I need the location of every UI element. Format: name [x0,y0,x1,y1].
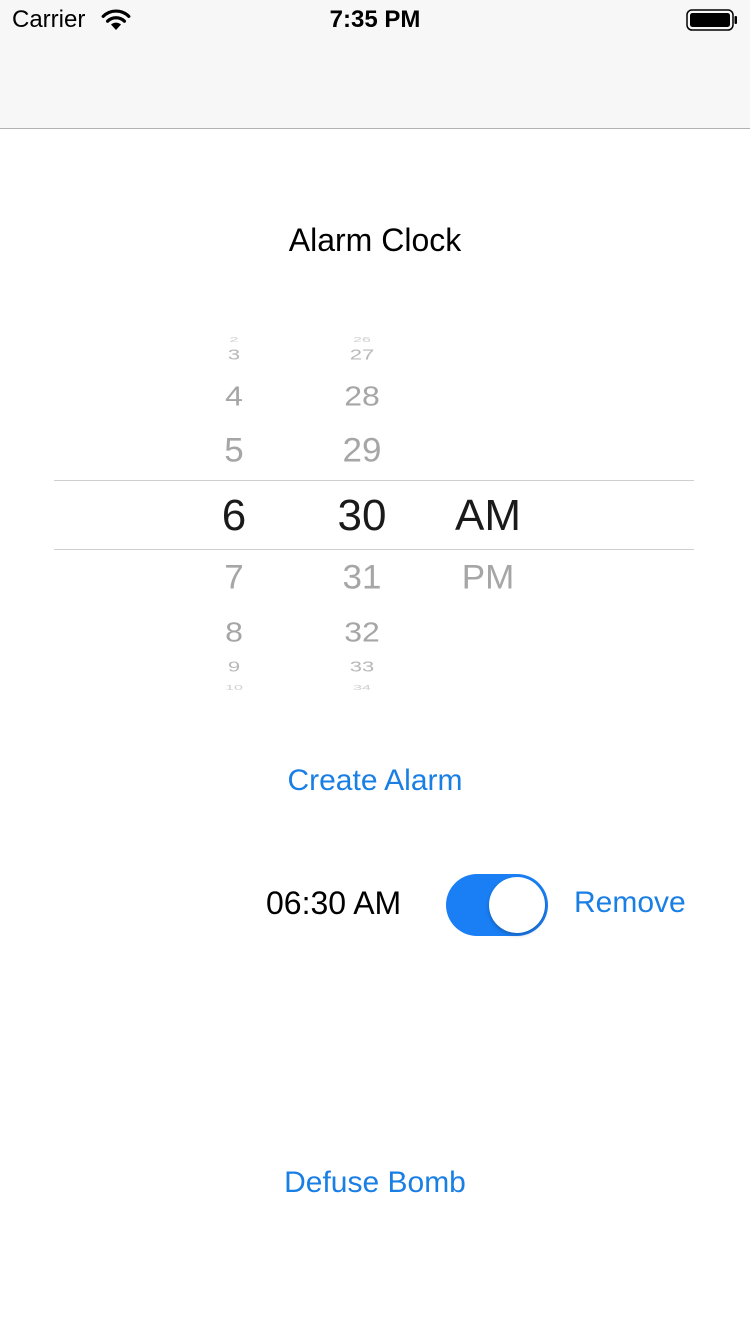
picker-ampm-option[interactable]: PM [438,561,538,595]
picker-ampm-selected[interactable]: AM [438,494,538,538]
defuse-bomb-button[interactable]: Defuse Bomb [0,1166,750,1200]
picker-minute-option[interactable]: 33 [312,660,412,674]
picker-hour-option[interactable]: 2 [184,336,284,343]
picker-hour-option[interactable]: 4 [184,382,284,410]
status-time: 7:35 PM [329,6,421,33]
picker-minute-option[interactable]: 31 [312,561,412,595]
time-picker[interactable]: 2 3 4 5 6 7 8 9 10 26 27 28 29 30 31 32 … [54,330,694,696]
picker-hour-option[interactable]: 3 [184,348,284,362]
picker-hour-option[interactable]: 10 [184,684,284,691]
picker-minute-option[interactable]: 29 [312,434,412,468]
remove-alarm-button[interactable]: Remove [574,886,686,920]
picker-hour-selected[interactable]: 6 [184,494,284,538]
picker-hour-option[interactable]: 8 [184,618,284,646]
create-alarm-button[interactable]: Create Alarm [0,764,750,798]
picker-minute-option[interactable]: 26 [312,336,412,343]
toggle-knob [489,877,545,933]
picker-minute-option[interactable]: 27 [312,348,412,362]
navigation-bar [0,40,750,129]
picker-minute-selected[interactable]: 30 [312,494,412,538]
page-title: Alarm Clock [288,222,462,258]
picker-hour-option[interactable]: 5 [184,434,284,468]
battery-icon [686,9,737,31]
picker-minute-option[interactable]: 34 [312,684,412,691]
picker-hour-option[interactable]: 7 [184,561,284,595]
picker-minute-option[interactable]: 32 [312,618,412,646]
alarm-time-label: 06:30 AM [266,885,402,921]
picker-hour-option[interactable]: 9 [184,660,284,674]
picker-selection-top-line [54,480,694,481]
picker-minute-option[interactable]: 28 [312,382,412,410]
picker-selection-bottom-line [54,549,694,550]
alarm-enabled-toggle[interactable] [446,874,548,936]
status-bar: Carrier 7:35 PM [0,0,750,40]
